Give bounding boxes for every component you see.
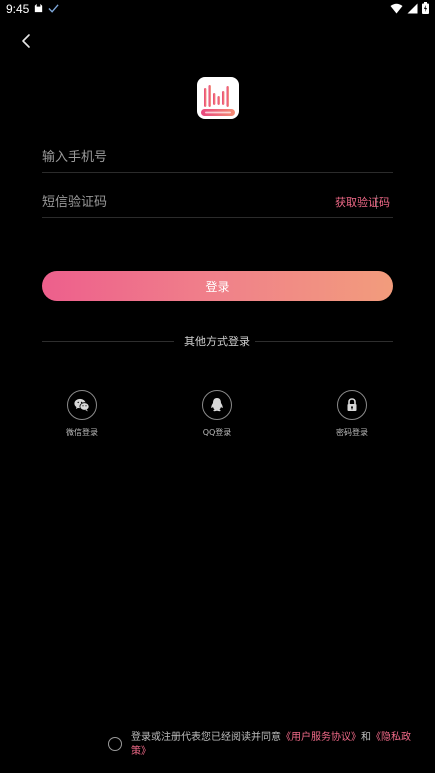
wifi-icon: [390, 3, 403, 13]
app-logo-icon: [201, 85, 235, 116]
app-logo: [197, 77, 239, 119]
battery-icon: [422, 2, 429, 14]
login-button[interactable]: 登录: [42, 271, 393, 301]
divider-line-right: [255, 341, 393, 342]
password-login-button[interactable]: 密码登录: [322, 390, 382, 438]
back-icon[interactable]: [14, 29, 38, 53]
status-time: 9:45: [6, 2, 30, 16]
sms-code-input[interactable]: [42, 187, 312, 217]
phone-field: [42, 142, 393, 173]
agreement-text: 登录或注册代表您已经阅读并同意《用户服务协议》和《隐私政策》: [131, 731, 421, 759]
password-circle: [337, 390, 367, 420]
qq-login-button[interactable]: QQ登录: [187, 390, 247, 438]
signal-icon: [407, 3, 418, 13]
login-screen: 9:45 输入手机号 短信验证码 获取验证码 登录 其他方式登录 微信登录 QQ…: [0, 0, 435, 773]
user-agreement-link[interactable]: 《用户服务协议》: [281, 732, 361, 743]
agreement-checkbox[interactable]: [108, 737, 122, 751]
sms-code-field: 获取验证码: [42, 187, 393, 218]
other-methods-divider: 其他方式登录: [42, 333, 393, 349]
divider-line-left: [42, 341, 174, 342]
agreement-prefix: 登录或注册代表您已经阅读并同意: [131, 732, 281, 743]
check-icon: [48, 4, 59, 13]
wechat-icon: [74, 398, 90, 412]
status-bar: 9:45: [0, 0, 435, 20]
wechat-login-button[interactable]: 微信登录: [52, 390, 112, 438]
notification-icon: [34, 3, 43, 13]
get-code-button[interactable]: 获取验证码: [335, 194, 390, 210]
qq-icon: [211, 398, 223, 412]
qq-login-label: QQ登录: [202, 428, 232, 437]
status-indicators: [390, 2, 429, 14]
other-methods-title: 其他方式登录: [184, 335, 250, 348]
lock-icon: [347, 398, 357, 411]
wechat-login-label: 微信登录: [66, 428, 98, 437]
password-login-label: 密码登录: [336, 428, 368, 437]
phone-input[interactable]: [42, 142, 393, 172]
qq-circle: [202, 390, 232, 420]
wechat-circle: [67, 390, 97, 420]
agreement-and: 和: [361, 732, 371, 743]
